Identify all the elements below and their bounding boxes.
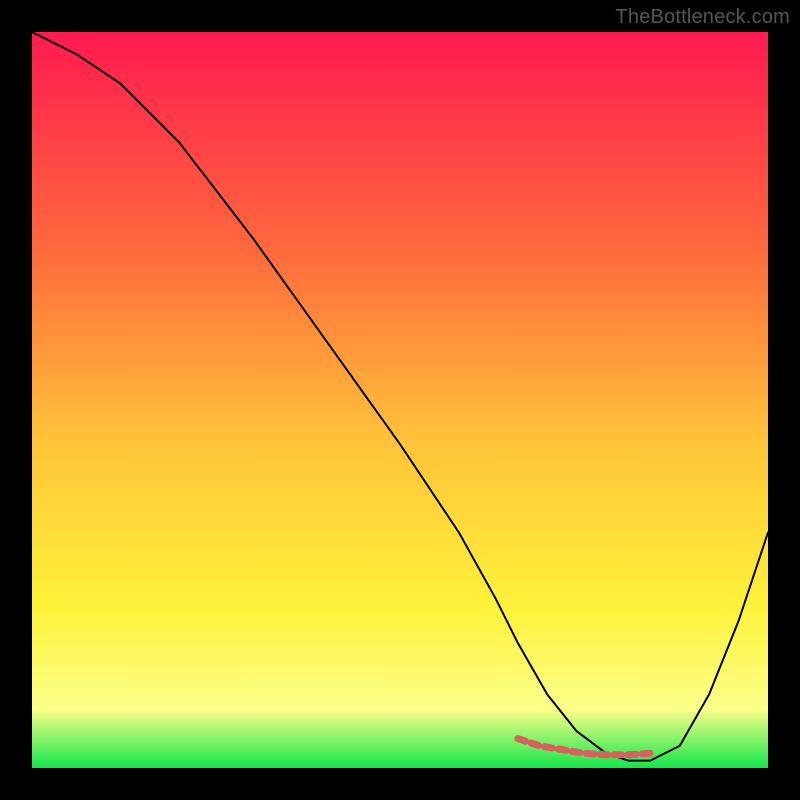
gradient-background	[32, 32, 768, 768]
watermark-text: TheBottleneck.com	[615, 6, 790, 29]
chart-frame: { "watermark": "TheBottleneck.com", "cha…	[0, 0, 800, 800]
chart-svg	[32, 32, 768, 768]
plot-area	[32, 32, 768, 768]
